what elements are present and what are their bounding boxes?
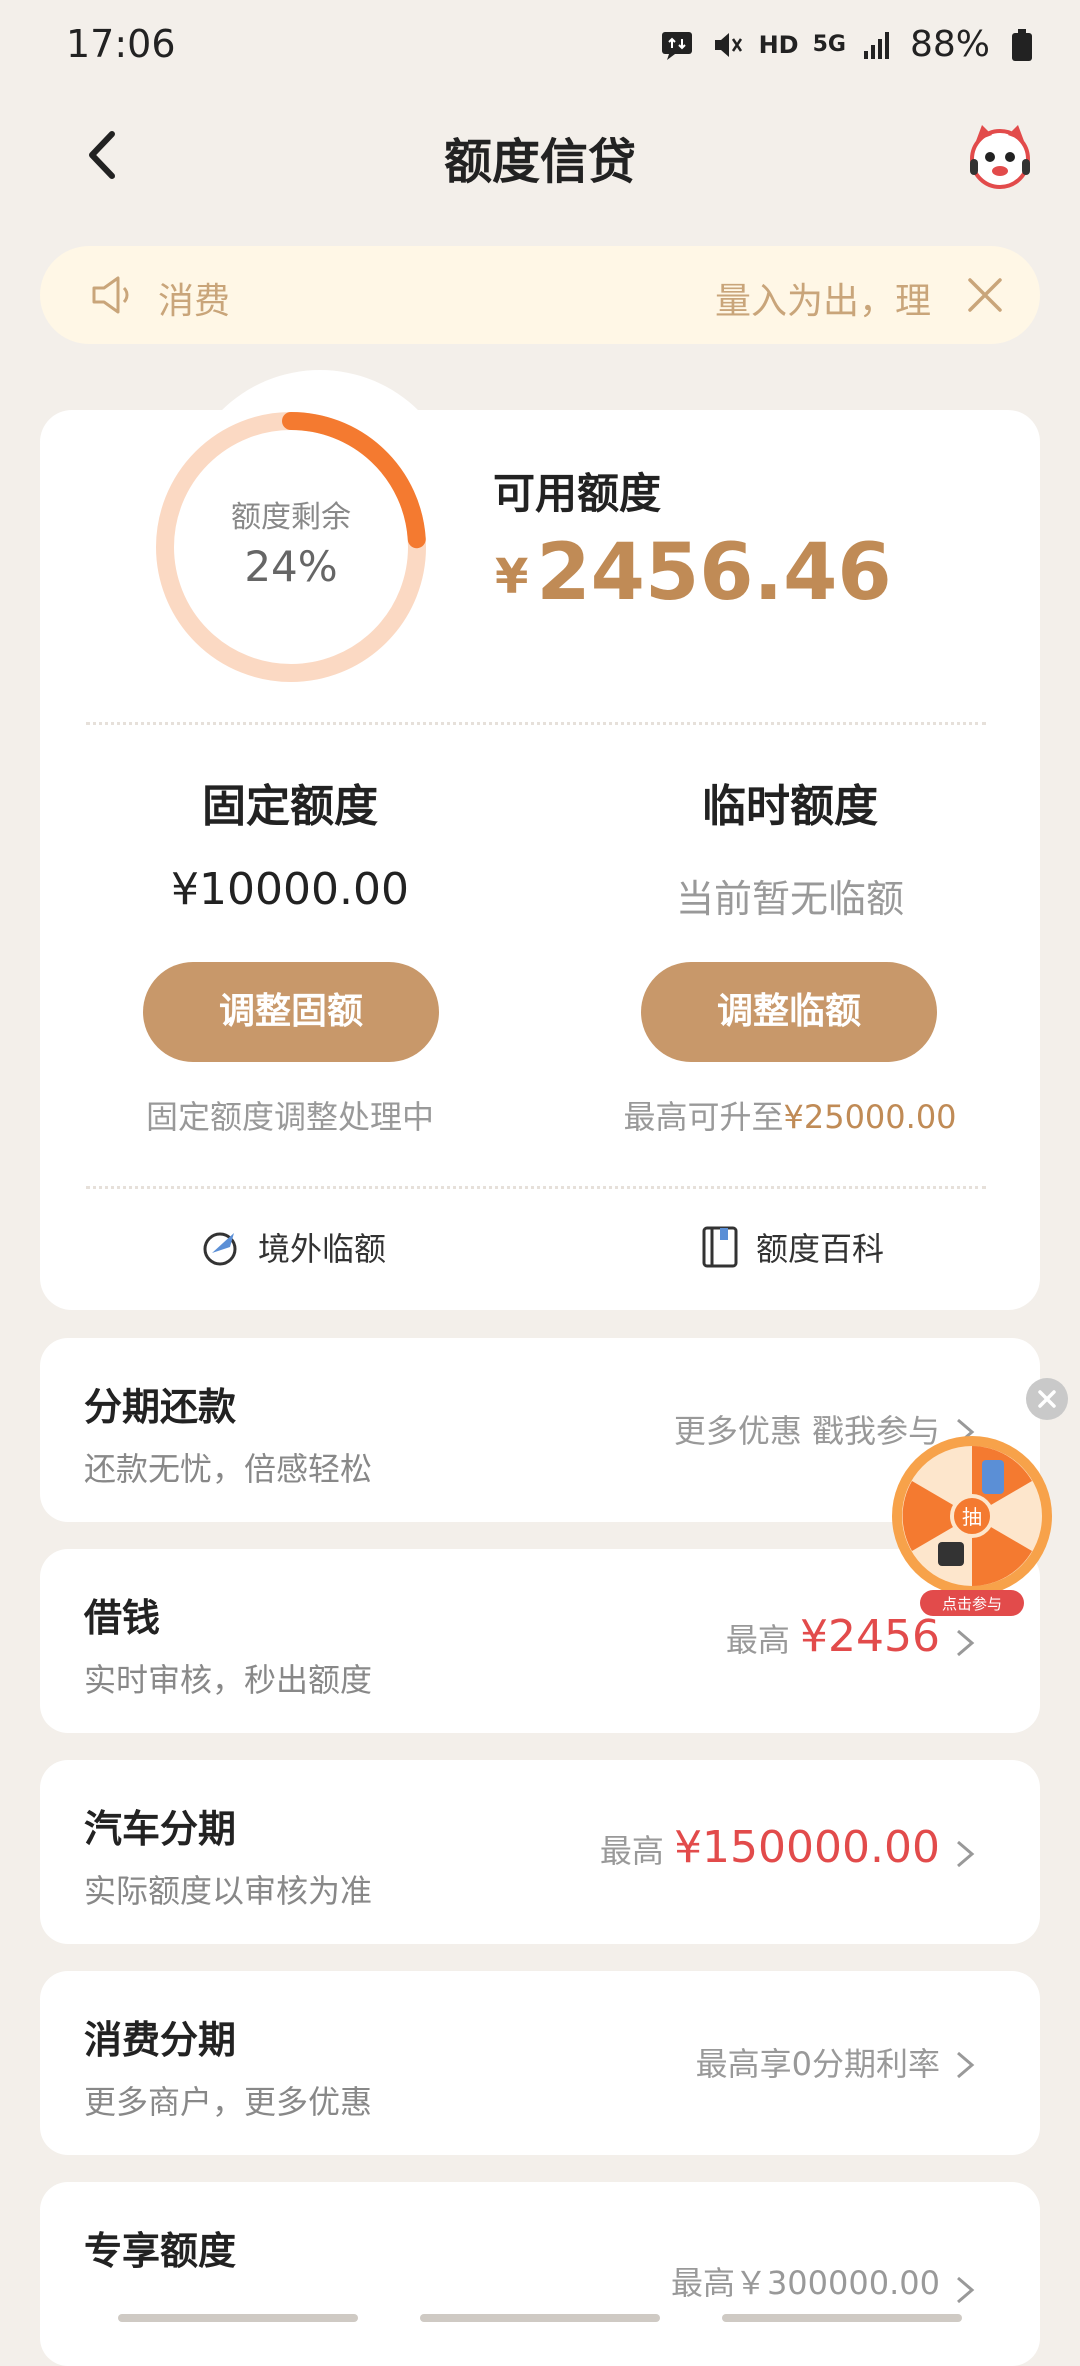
lottery-wheel-icon[interactable]: 抽 点击参与	[886, 1432, 1058, 1622]
item-title: 消费分期	[84, 2018, 237, 2062]
battery-icon	[1012, 28, 1032, 61]
speaker-icon	[92, 276, 129, 314]
adjust-fixed-button[interactable]: 调整固额	[143, 962, 439, 1062]
temp-quota-value: 当前暂无临额	[675, 877, 904, 921]
item-right-text: 最高 ¥150000.00	[600, 1822, 940, 1873]
nav-bar-segment	[118, 2314, 358, 2322]
item-subtitle: 还款无忧，倍感轻松	[84, 1450, 373, 1488]
currency-symbol: ¥	[495, 549, 529, 605]
fixed-quota-title: 固定额度	[202, 781, 378, 832]
temp-note-amount: ¥25000.00	[783, 1098, 957, 1136]
overseas-temp-label: 境外临额	[258, 1230, 387, 1268]
item-right-prefix: 最高	[725, 1621, 801, 1659]
status-icons: HD 5G 88%	[659, 24, 1040, 65]
page-title: 额度信贷	[443, 134, 636, 190]
item-right-text: 最高￥300000.00	[670, 2264, 940, 2302]
gauge-label: 额度剩余	[231, 500, 351, 535]
fixed-quota-note: 固定额度调整处理中	[145, 1098, 434, 1136]
item-subtitle: 实际额度以审核为准	[84, 1872, 373, 1910]
available-amount: ¥2456.46	[495, 528, 892, 618]
item-subtitle: 更多商户，更多优惠	[84, 2083, 373, 2121]
network-label: 5G	[812, 32, 846, 57]
chevron-right-icon	[957, 1840, 975, 1868]
item-subtitle: 实时审核，秒出额度	[84, 1661, 373, 1699]
overseas-temp-link[interactable]: 境外临额	[200, 1224, 386, 1270]
item-title: 专享额度	[84, 2229, 237, 2273]
book-icon	[702, 1226, 738, 1268]
nav-bar-segment	[722, 2314, 962, 2322]
list-item-exclusive-quota[interactable]: 专享额度 最高￥300000.00	[40, 2182, 1040, 2366]
close-icon	[1038, 1390, 1056, 1408]
item-title: 借钱	[84, 1596, 161, 1640]
notice-bar[interactable]: 消费 量入为出，理	[40, 246, 1040, 344]
plane-globe-icon	[203, 1232, 237, 1266]
hd-label: HD	[758, 30, 799, 59]
chevron-right-icon	[957, 1629, 975, 1657]
app-header: 额度信贷	[0, 110, 1080, 200]
battery-percent: 88%	[909, 24, 990, 65]
item-right-text: 最高享0分期利率	[695, 2045, 940, 2083]
available-label: 可用额度	[493, 469, 662, 518]
gauge-percent: 24%	[244, 542, 338, 591]
item-title: 汽车分期	[84, 1807, 237, 1851]
chevron-right-icon	[957, 2051, 975, 2079]
item-right-amount: ¥150000.00	[674, 1822, 940, 1873]
float-close-button[interactable]	[1026, 1378, 1068, 1420]
temp-quota-note: 最高可升至¥25000.00	[540, 1092, 1040, 1138]
nav-bar-segment	[420, 2314, 660, 2322]
mascot-avatar-icon[interactable]	[960, 115, 1040, 195]
list-item-consumer-installment[interactable]: 消费分期 更多商户，更多优惠 最高享0分期利率	[40, 1971, 1040, 2155]
divider	[86, 722, 986, 725]
adjust-temp-button[interactable]: 调整临额	[641, 962, 937, 1062]
available-value: 2456.46	[536, 528, 892, 618]
mute-icon	[714, 32, 742, 57]
wheel-join-label: 点击参与	[942, 1595, 1002, 1613]
quota-wiki-link[interactable]: 额度百科	[698, 1224, 884, 1270]
chevron-right-icon	[957, 2276, 975, 2304]
message-icon	[661, 31, 692, 60]
notice-text-end: 量入为出，理	[715, 281, 932, 322]
signal-icon	[863, 31, 889, 59]
temp-quota-title: 临时额度	[702, 781, 878, 832]
divider	[86, 1186, 986, 1189]
list-item-car-installment[interactable]: 汽车分期 实际额度以审核为准 最高 ¥150000.00	[40, 1760, 1040, 1944]
temp-note-prefix: 最高可升至	[623, 1098, 784, 1136]
notice-text-start: 消费	[158, 281, 231, 322]
close-icon[interactable]	[960, 270, 1010, 320]
wheel-center-label: 抽	[962, 1505, 982, 1529]
item-title: 分期还款	[84, 1385, 237, 1429]
status-bar: 17:06 HD 5G 88%	[0, 0, 1080, 96]
item-right-prefix: 最高	[599, 1832, 675, 1870]
fixed-quota-value: ¥10000.00	[171, 864, 409, 915]
quota-wiki-label: 额度百科	[756, 1230, 885, 1268]
status-time: 17:06	[66, 22, 176, 66]
